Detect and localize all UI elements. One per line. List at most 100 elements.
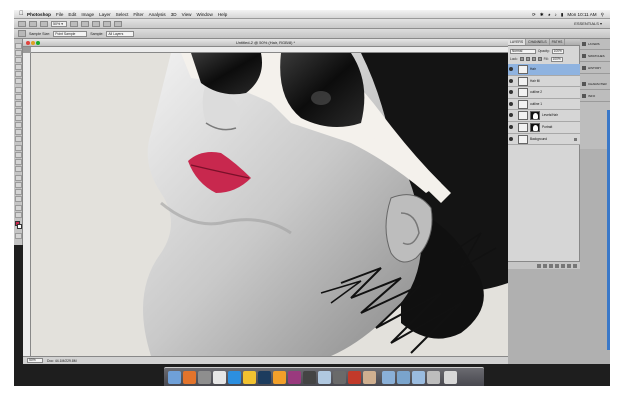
screen-mode-icon[interactable]: [114, 20, 122, 27]
quick-selection-tool-icon[interactable]: [15, 64, 22, 70]
layer-row[interactable]: Portrait: [508, 121, 580, 134]
layer-mask-thumbnail[interactable]: [530, 111, 540, 121]
menu-image[interactable]: Image: [81, 12, 94, 17]
indesign-icon[interactable]: [288, 371, 301, 384]
close-window-icon[interactable]: [26, 41, 30, 45]
illustrator-icon[interactable]: [273, 371, 286, 384]
background-color-swatch[interactable]: [17, 224, 22, 229]
trash-icon[interactable]: [444, 371, 457, 384]
menu-analysis[interactable]: Analysis: [149, 12, 166, 17]
menu-filter[interactable]: Filter: [133, 12, 143, 17]
bridge-icon[interactable]: [29, 20, 37, 27]
downloads-folder-icon[interactable]: [412, 371, 425, 384]
eyedropper-tool-icon[interactable]: [18, 30, 26, 37]
tab-layers[interactable]: LAYERS: [508, 39, 527, 45]
battery-icon[interactable]: ▮: [561, 12, 564, 18]
vertical-scrollbar[interactable]: [607, 110, 610, 350]
eyedropper-icon[interactable]: [15, 78, 22, 84]
documents-folder-icon[interactable]: [397, 371, 410, 384]
workspace-switcher[interactable]: ESSENTIALS ▾: [574, 21, 602, 26]
gradient-tool-icon[interactable]: [15, 122, 22, 128]
zoom-tool-icon[interactable]: [81, 20, 89, 27]
pen-tool-icon[interactable]: [15, 145, 22, 151]
layer-style-icon[interactable]: [543, 263, 547, 268]
downloads-stack-icon[interactable]: [427, 371, 440, 384]
blend-mode-select[interactable]: Normal: [510, 48, 536, 54]
brush-tool-icon[interactable]: [15, 94, 22, 100]
crop-tool-icon[interactable]: [15, 71, 22, 77]
image-canvas[interactable]: [31, 53, 508, 356]
adjustment-layer-icon[interactable]: [555, 263, 559, 268]
vertical-ruler[interactable]: [23, 53, 31, 356]
default-colors-icon[interactable]: [15, 205, 22, 211]
lock-position-icon[interactable]: [531, 57, 536, 61]
layer-mask-thumbnail[interactable]: [530, 122, 540, 132]
menu-edit[interactable]: Edit: [68, 12, 76, 17]
shape-tool-icon[interactable]: [15, 166, 22, 172]
eye-icon[interactable]: [509, 124, 513, 129]
clone-stamp-tool-icon[interactable]: [15, 101, 22, 107]
eye-icon[interactable]: [509, 67, 513, 71]
dock-item-character[interactable]: CHARACTER: [580, 79, 610, 90]
menu-select[interactable]: Select: [116, 12, 129, 17]
dock-item-history[interactable]: HISTORY: [580, 63, 610, 74]
stickies-icon[interactable]: [243, 371, 256, 384]
photo-icon[interactable]: [198, 371, 211, 384]
mini-bridge-icon[interactable]: [40, 20, 48, 27]
layer-row[interactable]: Hair fill: [508, 75, 580, 88]
hand-tool-icon[interactable]: [15, 189, 22, 195]
firefox-icon[interactable]: [183, 371, 196, 384]
document-info[interactable]: Doc: 44.1M/229.8M: [47, 358, 77, 364]
zoom-tool-icon[interactable]: [15, 196, 22, 202]
itunes-icon[interactable]: [318, 371, 331, 384]
tab-channels[interactable]: CHANNELS: [526, 39, 550, 45]
volume-icon[interactable]: ♪: [555, 12, 557, 17]
lock-all-icon[interactable]: [537, 57, 542, 61]
sample-size-select[interactable]: Point Sample: [53, 30, 88, 37]
skype-icon[interactable]: [228, 371, 241, 384]
healing-brush-tool-icon[interactable]: [15, 87, 22, 93]
3d-rotate-tool-icon[interactable]: [15, 175, 22, 181]
document-title-bar[interactable]: Untitled-2 @ 50% (Hair, RGB/8) *: [23, 39, 508, 47]
menu-window[interactable]: Window: [196, 12, 212, 17]
lasso-tool-icon[interactable]: [15, 57, 22, 63]
minimize-window-icon[interactable]: [31, 41, 35, 45]
bluetooth-icon[interactable]: ✱: [540, 12, 544, 18]
tab-paths[interactable]: PATHS: [550, 39, 566, 45]
fill-field[interactable]: 100%: [550, 56, 563, 62]
apple-icon[interactable]: : [19, 11, 27, 17]
menu-file[interactable]: File: [56, 12, 63, 17]
finder-icon[interactable]: [168, 371, 181, 384]
spotlight-icon[interactable]: ⚲: [601, 12, 604, 18]
menu-app-name[interactable]: Photoshop: [27, 12, 51, 17]
link-layers-icon[interactable]: [537, 263, 541, 268]
history-brush-tool-icon[interactable]: [15, 108, 22, 114]
quick-mask-icon[interactable]: [15, 233, 22, 239]
clock[interactable]: Mon 10:11 AM: [567, 12, 596, 17]
zoom-window-icon[interactable]: [36, 41, 40, 45]
menu-view[interactable]: View: [182, 12, 192, 17]
move-tool-icon[interactable]: [15, 43, 22, 49]
rotate-view-icon[interactable]: [92, 20, 100, 27]
eye-icon[interactable]: [509, 78, 513, 83]
lock-transparent-icon[interactable]: [519, 57, 524, 61]
type-tool-icon[interactable]: [15, 152, 22, 158]
menu-layer[interactable]: Layer: [99, 12, 111, 17]
sample-layers-select[interactable]: All Layers: [106, 30, 135, 37]
dock-item-swatches[interactable]: SWATCHES: [580, 51, 610, 62]
add-mask-icon[interactable]: [549, 263, 553, 268]
3d-orbit-tool-icon[interactable]: [15, 182, 22, 188]
hand-tool-icon[interactable]: [70, 20, 78, 27]
sync-icon[interactable]: ⟳: [532, 12, 536, 18]
path-selection-tool-icon[interactable]: [15, 159, 22, 165]
layer-row[interactable]: Hair: [508, 64, 580, 76]
marquee-tool-icon[interactable]: [15, 50, 22, 56]
calendar-icon[interactable]: [303, 371, 316, 384]
wifi-icon[interactable]: ◕: [548, 12, 551, 17]
delete-layer-icon[interactable]: [573, 263, 577, 268]
swap-colors-icon[interactable]: [15, 212, 22, 218]
applications-folder-icon[interactable]: [382, 371, 395, 384]
layer-row[interactable]: outline 1: [508, 98, 580, 111]
layer-row[interactable]: outline 2: [508, 87, 580, 99]
app-icon[interactable]: [348, 371, 361, 384]
